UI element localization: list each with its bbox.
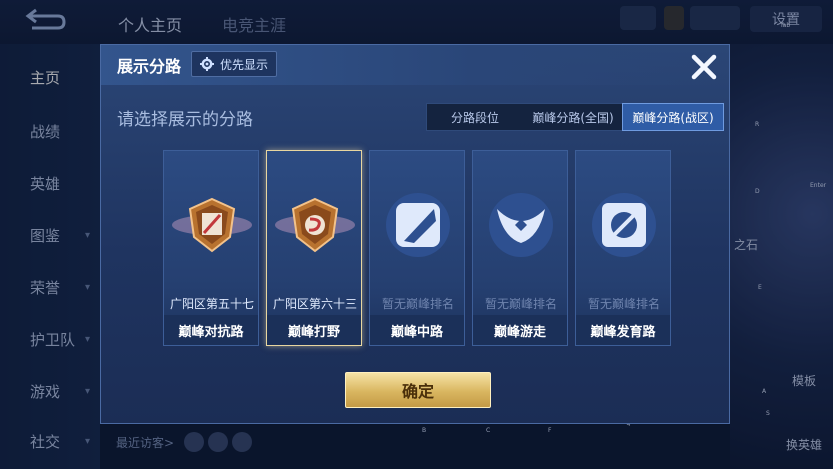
bronze-shield-jungle-icon [275, 197, 355, 253]
tab-peak-national[interactable]: 巅峰分路(全国) [523, 104, 623, 130]
card-lane-label: 巅峰对抗路 [164, 315, 258, 345]
lane-display-dialog: 展示分路 优先显示 请选择展示的分路 分路段位 巅峰分路(全国) 巅峰分路(战区… [100, 44, 730, 424]
card-lane-label: 巅峰游走 [473, 315, 567, 345]
close-icon [691, 54, 717, 80]
lane-card-roam[interactable]: 暂无巅峰排名 巅峰游走 [472, 150, 568, 346]
card-rank-text: 暂无巅峰排名 [381, 297, 454, 311]
roam-wings-icon [489, 193, 553, 257]
lane-card-adc[interactable]: 暂无巅峰排名 巅峰发育路 [575, 150, 671, 346]
card-lane-label: 巅峰发育路 [576, 315, 670, 345]
priority-display-button[interactable]: 优先显示 [191, 51, 278, 77]
card-lane-label: 巅峰打野 [267, 315, 361, 345]
priority-display-label: 优先显示 [220, 57, 269, 72]
lane-card-top[interactable]: 广阳区第五十七 巅峰对抗路 [163, 150, 259, 346]
card-rank-text: 暂无巅峰排名 [484, 297, 557, 311]
lane-card-mid[interactable]: 暂无巅峰排名 巅峰中路 [369, 150, 465, 346]
card-rank-text: 暂无巅峰排名 [587, 297, 660, 311]
close-button[interactable] [684, 49, 724, 85]
confirm-button[interactable]: 确定 [345, 372, 491, 408]
card-rank-text: 广阳区第六十三 [272, 297, 357, 311]
lane-source-tabs: 分路段位 巅峰分路(全国) 巅峰分路(战区) [426, 103, 724, 131]
lane-card-jungle[interactable]: 广阳区第六十三 巅峰打野 [266, 150, 362, 346]
card-lane-label: 巅峰中路 [370, 315, 464, 345]
gear-icon [200, 57, 214, 71]
card-rank-text: 广阳区第五十七 [169, 297, 254, 311]
bronze-shield-sword-icon [172, 197, 252, 253]
select-lane-prompt: 请选择展示的分路 [117, 110, 253, 130]
tab-peak-region[interactable]: 巅峰分路(战区) [622, 103, 724, 131]
dialog-title: 展示分路 [117, 57, 182, 76]
marksman-lane-icon [592, 193, 656, 257]
mid-lane-icon [386, 193, 450, 257]
tab-lane-rank[interactable]: 分路段位 [427, 104, 523, 130]
